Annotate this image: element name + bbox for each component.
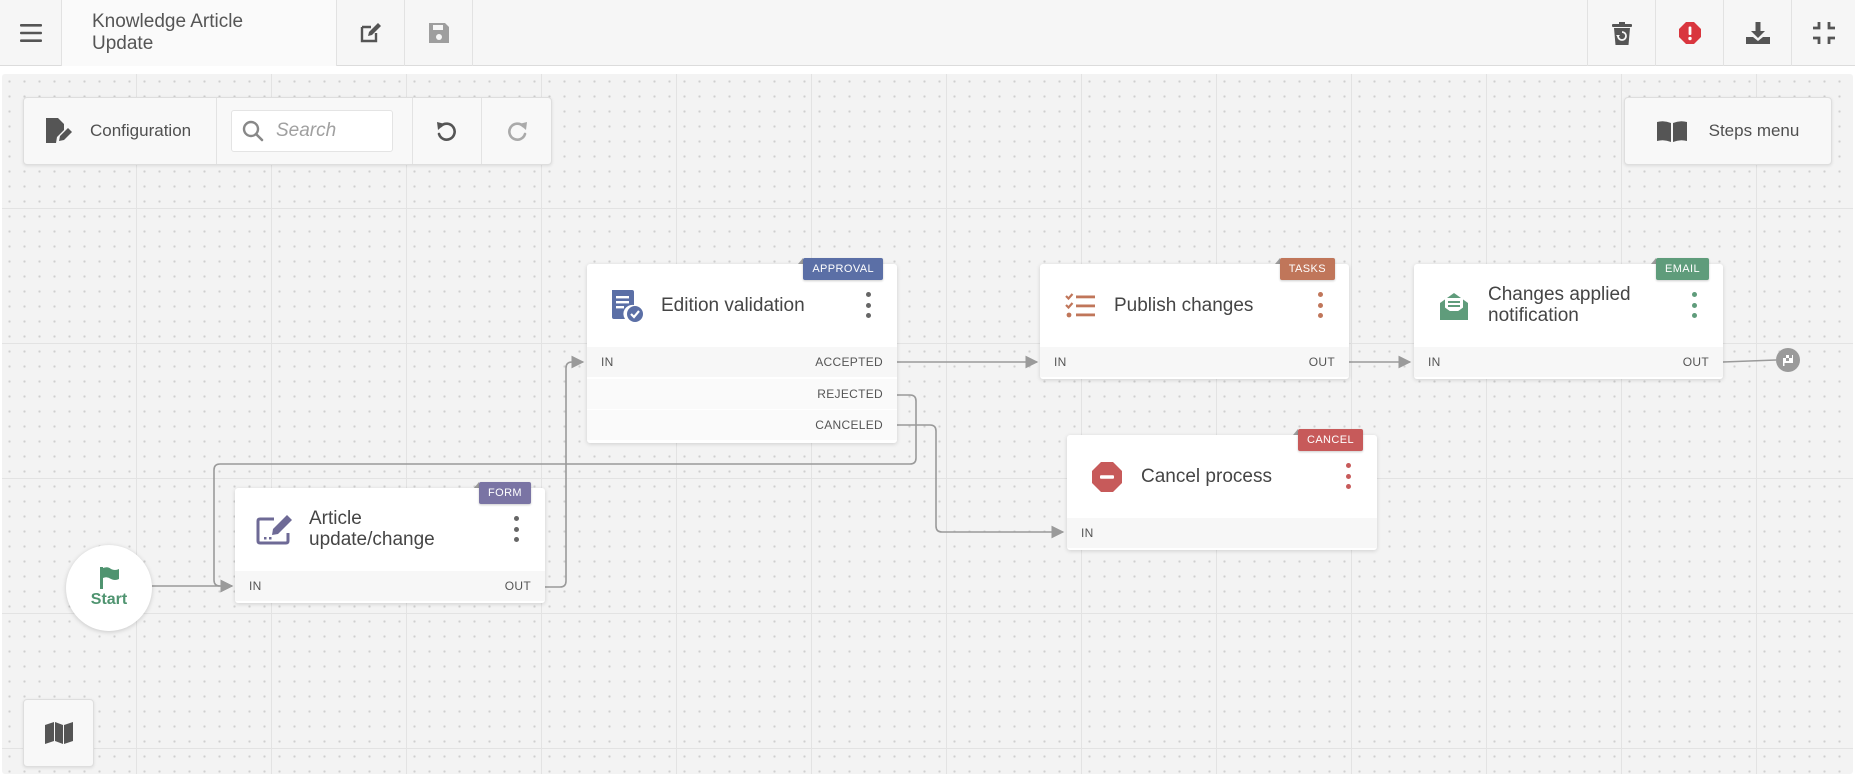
book-open-icon xyxy=(1656,121,1687,142)
stop-sign-icon xyxy=(1087,457,1127,497)
step-type-tag: FORM xyxy=(474,482,531,504)
step-options-button[interactable] xyxy=(1341,463,1355,489)
step-options-button[interactable] xyxy=(509,516,523,542)
port-row: IN ACCEPTED xyxy=(587,347,897,377)
output-port[interactable]: OUT xyxy=(505,571,531,601)
link-article-to-validation xyxy=(545,355,585,588)
start-node[interactable]: Start xyxy=(66,545,152,631)
output-port[interactable]: OUT xyxy=(1683,347,1709,377)
undo-button[interactable] xyxy=(413,98,482,164)
start-label: Start xyxy=(90,591,128,608)
step-title-line2: notification xyxy=(1488,305,1579,326)
steps-menu-label: Steps menu xyxy=(1708,121,1800,140)
step-type-tag: EMAIL xyxy=(1650,258,1709,280)
port-row: IN OUT xyxy=(1040,347,1349,377)
step-type-tag: APPROVAL xyxy=(798,258,883,280)
step-title: Edition validation xyxy=(661,295,805,316)
step-title: Publish changes xyxy=(1114,295,1254,316)
configuration-panel: Configuration xyxy=(23,97,552,165)
minimap-button[interactable] xyxy=(23,699,94,767)
input-port[interactable]: IN xyxy=(1428,347,1441,377)
step-options-button[interactable] xyxy=(861,292,875,318)
input-port[interactable]: IN xyxy=(1054,347,1067,377)
output-port-rejected[interactable]: REJECTED xyxy=(817,379,883,409)
step-card-edition-validation[interactable]: APPROVAL Edition validation IN ACCEPTED … xyxy=(587,258,897,443)
link-canceled-to-cancel xyxy=(897,424,1065,539)
step-title-line2: update/change xyxy=(309,529,435,550)
step-options-button[interactable] xyxy=(1687,292,1701,318)
input-port[interactable]: IN xyxy=(249,571,262,601)
step-card-cancel-process[interactable]: CANCEL Cancel process IN xyxy=(1067,429,1377,550)
task-list-icon xyxy=(1060,286,1100,326)
step-title: Cancel process xyxy=(1141,466,1272,487)
steps-menu-button[interactable]: Steps menu xyxy=(1624,97,1832,165)
link-notification-to-end xyxy=(1722,359,1777,363)
step-type-tag: CANCEL xyxy=(1292,429,1363,451)
search-container xyxy=(217,98,413,164)
step-card-changes-notification[interactable]: EMAIL Changes applied notification IN OU… xyxy=(1414,258,1723,379)
step-options-button[interactable] xyxy=(1313,292,1327,318)
port-row: IN OUT xyxy=(235,571,545,601)
map-icon xyxy=(44,722,73,744)
flag-icon xyxy=(100,567,119,589)
output-port[interactable]: OUT xyxy=(1309,347,1335,377)
input-port[interactable]: IN xyxy=(601,347,614,377)
port-row: IN xyxy=(1067,518,1377,548)
step-type-tag: TASKS xyxy=(1274,258,1335,280)
document-check-icon xyxy=(607,286,647,326)
redo-icon xyxy=(507,122,527,141)
step-title-line1: Changes applied xyxy=(1488,284,1631,305)
file-edit-icon xyxy=(46,118,72,143)
port-row: CANCELED xyxy=(587,410,897,440)
search-box[interactable] xyxy=(231,110,393,152)
output-port-accepted[interactable]: ACCEPTED xyxy=(815,347,883,377)
form-edit-icon xyxy=(255,510,295,550)
step-card-article-update[interactable]: FORM Article update/change IN OUT xyxy=(235,482,545,603)
step-title: Changes applied notification xyxy=(1488,284,1631,326)
finish-flag-icon xyxy=(1783,355,1793,366)
step-card-publish-changes[interactable]: TASKS Publish changes IN OUT xyxy=(1040,258,1349,379)
step-title-line1: Article xyxy=(309,508,362,529)
end-node[interactable] xyxy=(1776,348,1800,372)
redo-button[interactable] xyxy=(482,98,551,164)
input-port[interactable]: IN xyxy=(1081,518,1094,548)
configuration-label: Configuration xyxy=(90,121,192,140)
step-title: Article update/change xyxy=(309,508,435,550)
envelope-open-icon xyxy=(1434,286,1474,326)
output-port-canceled[interactable]: CANCELED xyxy=(815,410,883,440)
port-row: IN OUT xyxy=(1414,347,1723,377)
search-input[interactable] xyxy=(274,119,388,143)
search-icon xyxy=(242,120,264,142)
port-row: REJECTED xyxy=(587,379,897,409)
configuration-button[interactable]: Configuration xyxy=(24,98,217,164)
undo-icon xyxy=(437,122,456,141)
